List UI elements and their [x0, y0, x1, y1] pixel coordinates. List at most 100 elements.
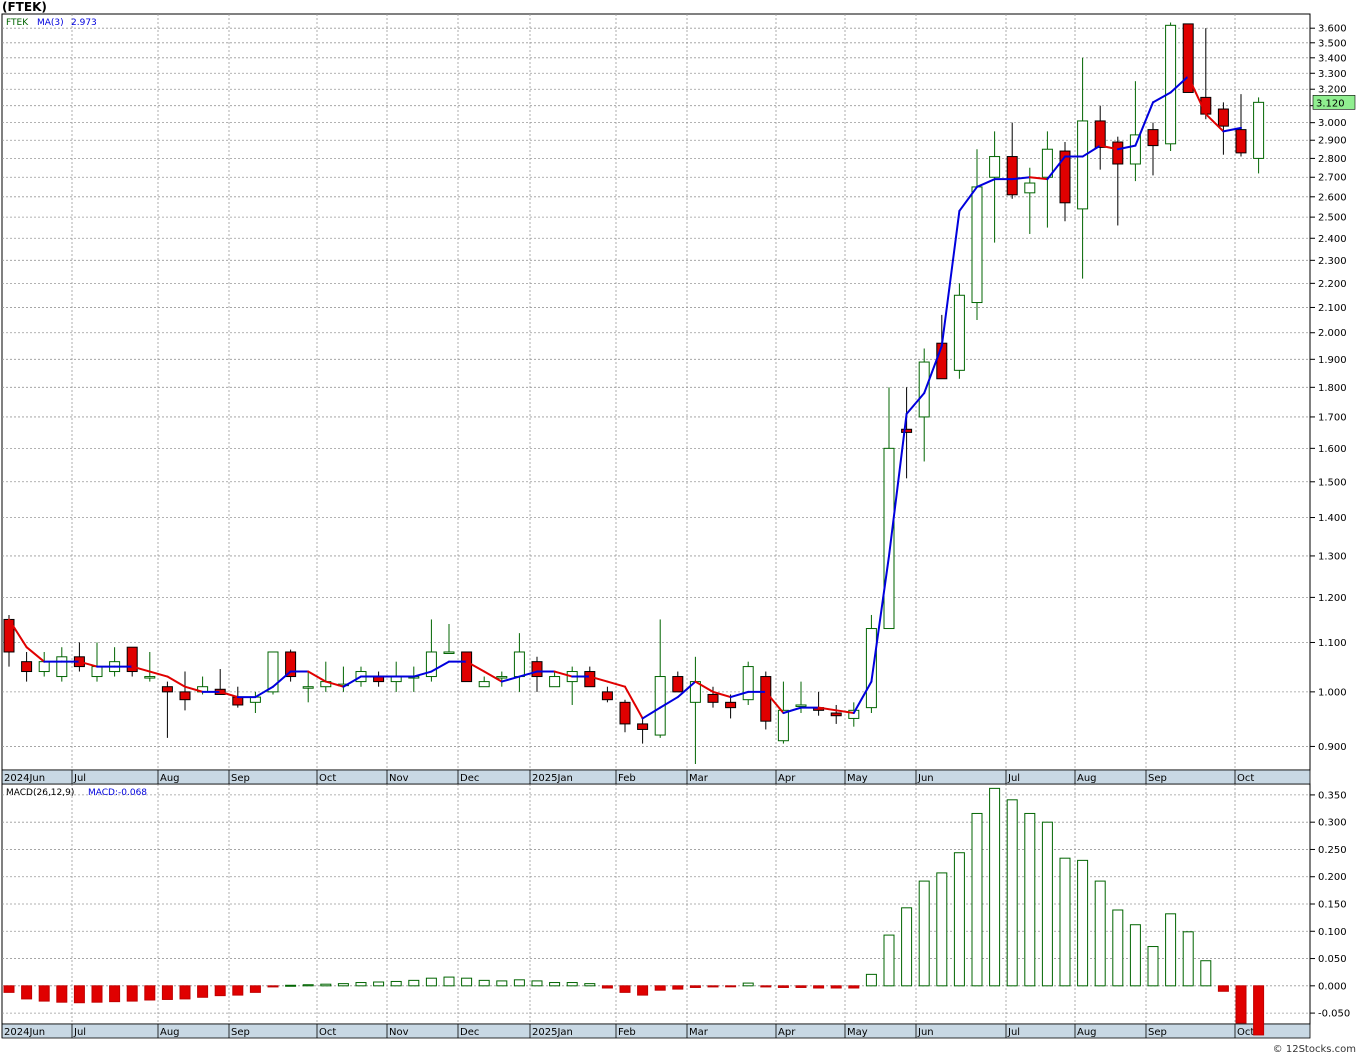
macd-bar — [1041, 821, 1053, 987]
candle-body — [795, 704, 807, 707]
candle-body — [619, 701, 631, 725]
candle-body — [1112, 141, 1124, 165]
candle-body — [549, 676, 561, 688]
candle-body — [883, 447, 895, 630]
macd-bar — [1024, 812, 1036, 987]
macd-bar — [144, 985, 156, 1001]
x-axis-label: Oct — [1237, 1027, 1254, 1038]
x-axis-label: Jul — [1007, 1027, 1020, 1038]
candle-body — [38, 661, 50, 673]
macd-legend-value: MACD:-0.068 — [88, 788, 147, 798]
candle-body — [461, 651, 473, 683]
macd-bar — [443, 976, 455, 987]
macd-bar — [320, 983, 332, 987]
candle-body — [742, 666, 754, 701]
legend-ma-label: MA(3) — [37, 18, 64, 28]
candle — [760, 671, 772, 730]
macd-bar — [901, 907, 913, 987]
macd-bar — [1094, 880, 1106, 987]
macd-x-axis-bar — [1, 1023, 1311, 1039]
candle-body — [918, 361, 930, 418]
x-axis-label: Aug — [1077, 1027, 1097, 1038]
macd-bar — [1006, 799, 1018, 987]
candle-body — [91, 666, 103, 678]
candle-body — [953, 294, 965, 371]
x-axis-label: 2024Jun — [4, 1027, 45, 1038]
macd-bar — [1182, 931, 1194, 987]
macd-bar — [672, 985, 684, 990]
macd-bar — [1165, 913, 1177, 987]
macd-bar — [601, 985, 613, 989]
macd-bar — [302, 984, 314, 987]
macd-bar — [953, 852, 965, 987]
macd-bar — [584, 983, 596, 987]
x-axis-label: Feb — [618, 773, 636, 784]
candle-body — [725, 701, 737, 709]
candle-body — [144, 676, 156, 679]
macd-bar — [865, 973, 877, 987]
price-tick-label: 2.100 — [1318, 303, 1347, 314]
x-axis-label: Jul — [73, 773, 86, 784]
candle-body — [21, 661, 33, 673]
footer-copyright: © 12Stocks.com — [1272, 1044, 1356, 1055]
candle-body — [1094, 120, 1106, 148]
macd-bar — [408, 979, 420, 987]
macd-bar — [461, 977, 473, 987]
x-axis-label: Jul — [1007, 773, 1020, 784]
legend-symbol: FTEK — [6, 18, 29, 28]
price-tick-label: 2.500 — [1318, 213, 1347, 224]
macd-bar — [425, 977, 437, 987]
price-tick-label: 3.200 — [1318, 85, 1347, 96]
macd-bar — [249, 985, 261, 993]
macd-bar — [848, 985, 860, 989]
candle-body — [1147, 129, 1159, 147]
macd-tick-label: 0.250 — [1318, 845, 1347, 856]
macd-bar — [1077, 859, 1089, 987]
macd-bar — [161, 985, 173, 1000]
x-axis-label: Jul — [73, 1027, 86, 1038]
macd-bar — [813, 985, 825, 989]
candle-body — [865, 628, 877, 709]
price-tick-label: 3.500 — [1318, 38, 1347, 49]
macd-tick-label: 0.150 — [1318, 900, 1347, 911]
macd-bar — [777, 985, 789, 988]
candle-body — [1253, 101, 1265, 159]
candle-body — [1165, 24, 1177, 145]
macd-bar — [91, 985, 103, 1003]
x-axis-label: 2024Jun — [4, 773, 45, 784]
candle-body — [302, 686, 314, 689]
macd-bar — [918, 880, 930, 987]
macd-bar — [390, 980, 402, 987]
x-axis-label: Sep — [1148, 773, 1167, 784]
price-tick-label: 3.400 — [1318, 53, 1347, 64]
x-axis-label: Aug — [1077, 773, 1097, 784]
macd-bar — [21, 985, 33, 1000]
macd-bar — [496, 980, 508, 987]
price-tick-label: 1.500 — [1318, 477, 1347, 488]
macd-bar — [654, 985, 666, 991]
candle-body — [1217, 108, 1229, 127]
x-axis-label: Aug — [160, 1027, 180, 1038]
candle-body — [777, 709, 789, 742]
macd-bar — [1129, 924, 1141, 987]
candle — [953, 283, 965, 379]
price-tick-label: 1.200 — [1318, 593, 1347, 604]
price-x-axis-bar — [1, 769, 1311, 785]
macd-bar — [109, 985, 121, 1003]
macd-bar — [478, 979, 490, 987]
price-tick-label: 2.800 — [1318, 154, 1347, 165]
candle-body — [1059, 150, 1071, 204]
candle — [1165, 22, 1177, 152]
candle-body — [285, 651, 297, 678]
price-tick-label: 1.000 — [1318, 687, 1347, 698]
price-tick-label: 2.600 — [1318, 192, 1347, 203]
last-price-label: 3.120 — [1316, 98, 1345, 109]
x-axis-label: Sep — [1148, 1027, 1167, 1038]
x-axis-label: Jun — [917, 1027, 934, 1038]
macd-bar — [549, 982, 561, 987]
macd-bar — [760, 985, 772, 988]
macd-tick-label: 0.050 — [1318, 954, 1347, 965]
x-axis-label: Oct — [1237, 773, 1254, 784]
price-tick-label: 2.200 — [1318, 279, 1347, 290]
x-axis-label: Dec — [460, 1027, 479, 1038]
